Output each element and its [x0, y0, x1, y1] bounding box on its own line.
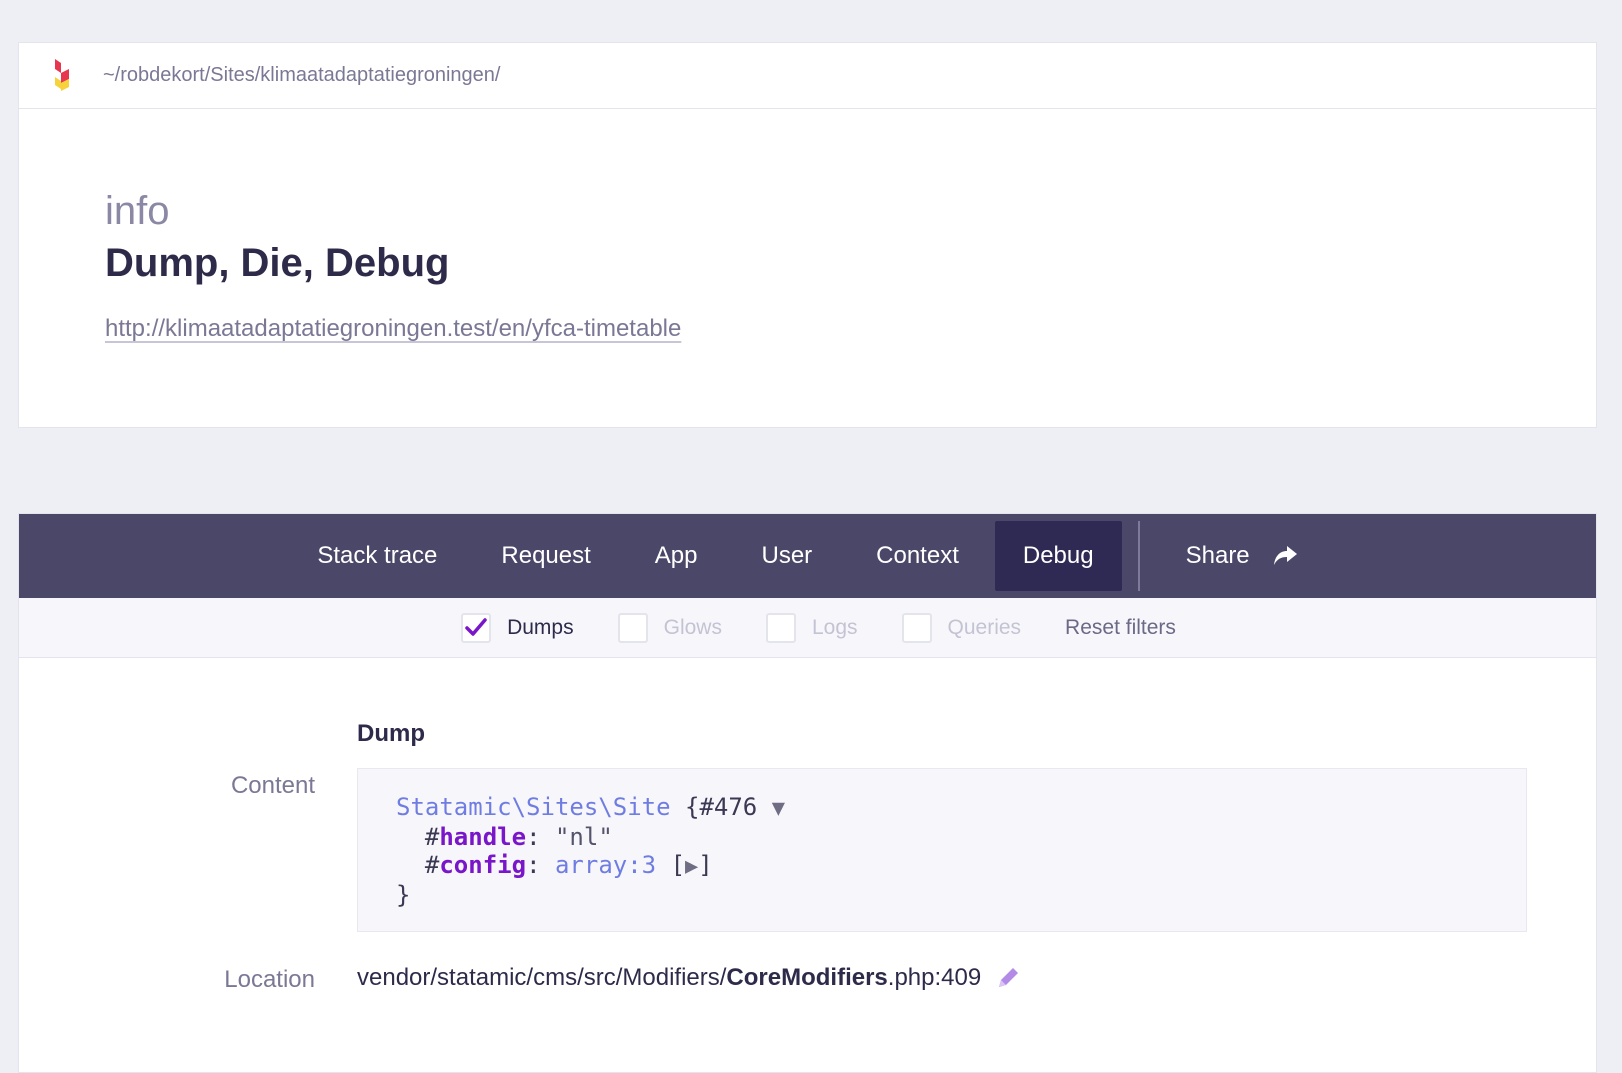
- check-icon: [465, 617, 487, 636]
- tab-label: Context: [876, 542, 959, 569]
- content-label: Content: [230, 772, 315, 799]
- filter-bar: Dumps Glows Logs Queries Reset filters: [19, 598, 1596, 658]
- expand-toggle-icon[interactable]: ▶: [685, 854, 698, 879]
- share-label: Share: [1185, 542, 1250, 569]
- share-button[interactable]: Share: [1158, 521, 1326, 591]
- dump-class-name: Statamic\Sites\Site: [396, 793, 671, 821]
- filter-dumps[interactable]: Dumps: [461, 612, 574, 643]
- tab-label: Request: [501, 542, 591, 569]
- dump-close-brace: }: [396, 881, 411, 909]
- tab-label: User: [761, 542, 813, 569]
- dumps-checkbox[interactable]: [461, 612, 492, 643]
- tab-app[interactable]: App: [627, 521, 726, 591]
- debug-panel: Stack trace Request App User Context Deb…: [18, 513, 1597, 1073]
- queries-checkbox[interactable]: [901, 612, 932, 643]
- tab-label: Stack trace: [317, 542, 438, 569]
- error-title: Dump, Die, Debug: [105, 241, 450, 285]
- tab-stack-trace[interactable]: Stack trace: [289, 521, 465, 591]
- location-file: CoreModifiers: [726, 964, 888, 991]
- filter-label: Queries: [947, 615, 1022, 639]
- filter-label: Logs: [811, 615, 858, 639]
- tab-request[interactable]: Request: [473, 521, 618, 591]
- error-level: info: [105, 189, 170, 233]
- dump-prop-key: config: [439, 851, 527, 879]
- glows-checkbox[interactable]: [617, 612, 648, 643]
- filter-logs[interactable]: Logs: [765, 612, 858, 643]
- dump-heading: Dump: [357, 720, 425, 747]
- tab-debug[interactable]: Debug: [994, 521, 1122, 591]
- path-bar: ~/robdekort/Sites/klimaatadaptatiegronin…: [19, 43, 1596, 109]
- request-url-link[interactable]: http://klimaatadaptatiegroningen.test/en…: [105, 315, 681, 343]
- filter-label: Dumps: [507, 615, 574, 639]
- location-value: vendor/statamic/cms/src/Modifiers/CoreMo…: [357, 964, 1021, 992]
- logs-checkbox[interactable]: [765, 612, 796, 643]
- dump-prop-value: array:3: [554, 851, 657, 879]
- dump-code-block: Statamic\Sites\Site {#476 ▼ #handle: "nl…: [357, 768, 1527, 932]
- project-path: ~/robdekort/Sites/klimaatadaptatiegronin…: [103, 64, 501, 86]
- share-arrow-icon: [1273, 546, 1297, 565]
- ignition-logo-icon: [55, 58, 69, 91]
- tab-label: App: [654, 542, 698, 569]
- dump-prop-key: handle: [439, 823, 527, 851]
- dump-prop-value: "nl": [554, 823, 613, 851]
- tab-navigation: Stack trace Request App User Context Deb…: [19, 514, 1596, 598]
- location-prefix: vendor/statamic/cms/src/Modifiers/: [357, 964, 727, 991]
- filter-label: Glows: [663, 615, 722, 639]
- tab-user[interactable]: User: [733, 521, 840, 591]
- pencil-edit-icon[interactable]: [995, 965, 1021, 991]
- filter-glows[interactable]: Glows: [617, 612, 722, 643]
- tab-label: Debug: [1022, 542, 1094, 569]
- location-suffix: .php:409: [887, 964, 982, 991]
- dump-object-ref: {#476: [685, 793, 758, 821]
- error-info-card: ~/robdekort/Sites/klimaatadaptatiegronin…: [18, 42, 1597, 428]
- reset-filters-button[interactable]: Reset filters: [1065, 616, 1176, 640]
- tab-context[interactable]: Context: [848, 521, 987, 591]
- location-label: Location: [224, 966, 315, 993]
- collapse-toggle-icon[interactable]: ▼: [772, 796, 785, 821]
- nav-divider: [1137, 521, 1140, 591]
- filter-queries[interactable]: Queries: [901, 612, 1022, 643]
